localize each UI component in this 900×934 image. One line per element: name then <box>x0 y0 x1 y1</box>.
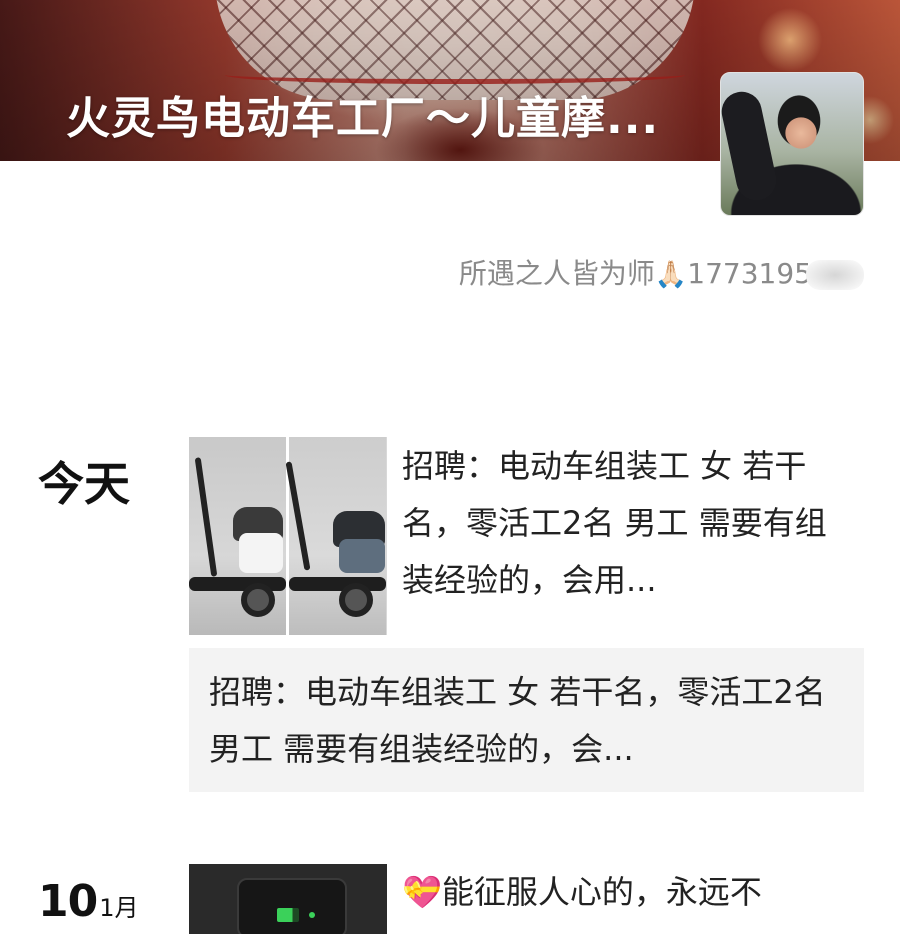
heart-gift-emoji-icon: 💝 <box>402 873 442 911</box>
post-thumbnail[interactable] <box>189 437 387 635</box>
signature-number: 1773195 <box>687 257 812 290</box>
post-text[interactable]: 招聘：电动车组装工 女 若干名，零活工2名 男工 需要有组装经验的，会用... <box>402 438 852 609</box>
avatar[interactable] <box>720 72 864 216</box>
cover-title: 火灵鸟电动车工厂～儿童摩... <box>66 93 660 144</box>
post-date-day: 10 <box>38 876 98 927</box>
pray-emoji-icon: 🙏🏻 <box>654 260 688 290</box>
scooter-dashboard-photo <box>237 878 347 934</box>
avatar-photo-detail <box>721 88 780 204</box>
blurred-redaction <box>806 260 864 290</box>
post-thumbnail[interactable] <box>189 864 387 934</box>
post-text-content: 能征服人心的，永远不 <box>441 873 762 911</box>
battery-icon <box>277 908 299 922</box>
indicator-light <box>309 912 315 918</box>
post-date-today: 今天 <box>38 457 130 511</box>
post-text[interactable]: 💝能征服人心的，永远不 <box>402 864 852 934</box>
post-date-month: 1月 <box>99 894 139 922</box>
scooter-photo-left <box>189 437 286 635</box>
shared-link-card[interactable]: 招聘：电动车组装工 女 若干名，零活工2名 男工 需要有组装经验的，会... <box>189 648 864 792</box>
post-date-oct: 101月 <box>38 876 139 927</box>
shared-link-text: 招聘：电动车组装工 女 若干名，零活工2名 男工 需要有组装经验的，会... <box>209 673 826 768</box>
signature-text: 所遇之人皆为师 <box>458 257 655 290</box>
profile-signature: 所遇之人皆为师🙏🏻1773195 <box>459 252 864 292</box>
scooter-photo-right <box>285 437 386 635</box>
